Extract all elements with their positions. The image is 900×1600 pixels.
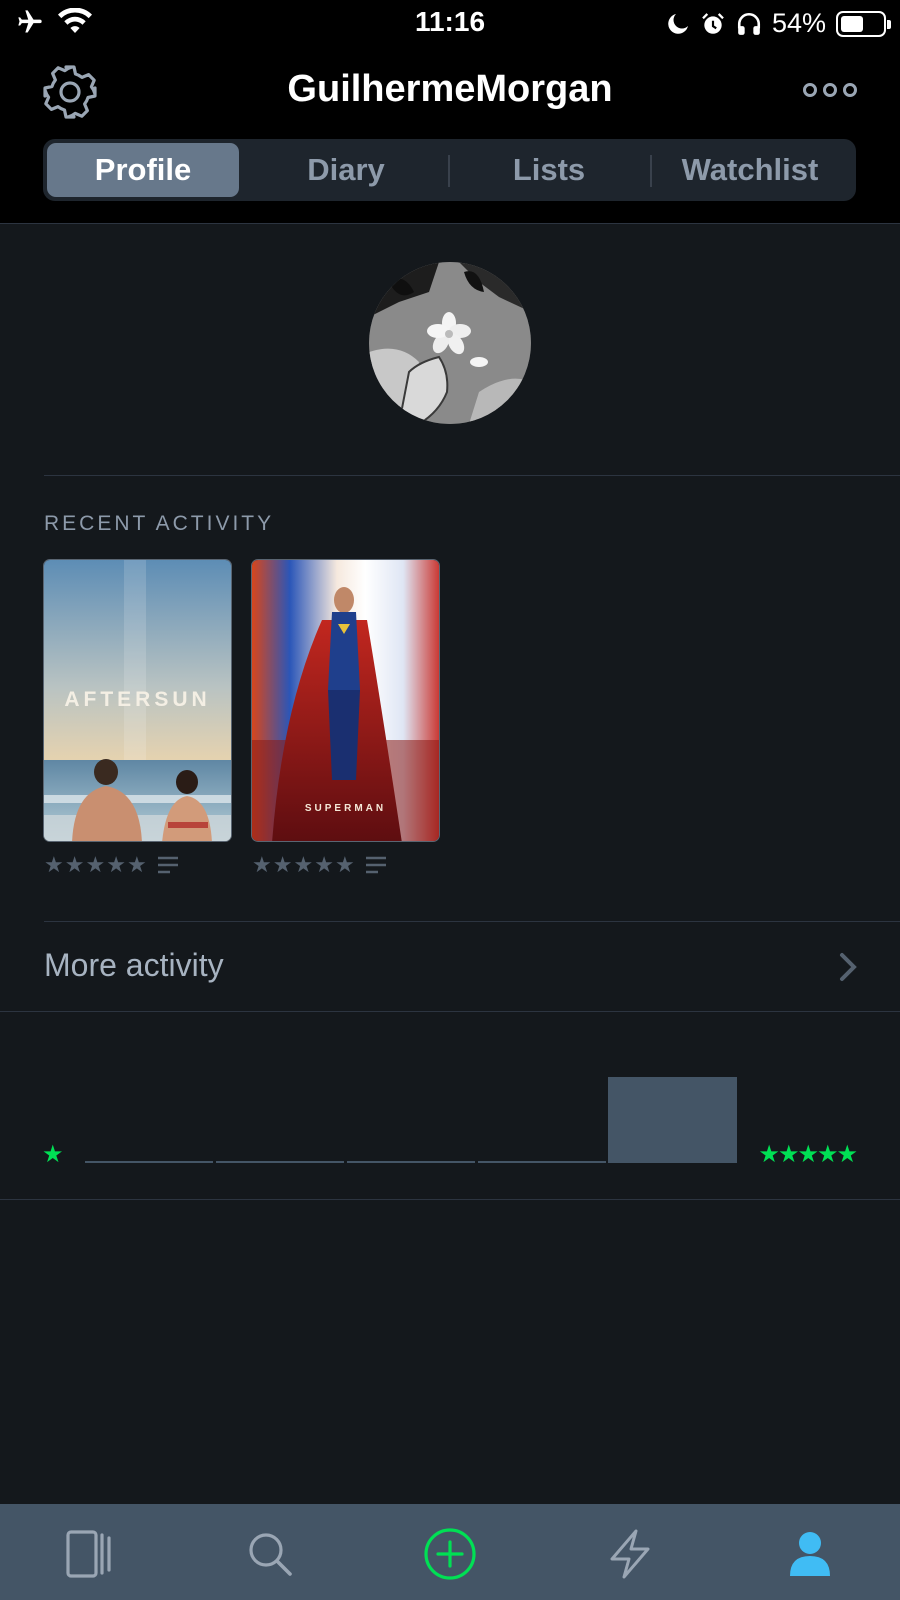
alarm-icon (702, 12, 724, 34)
divider (0, 1199, 900, 1200)
activity-icon[interactable] (602, 1526, 658, 1582)
divider (44, 475, 900, 476)
histogram-bar (85, 1161, 213, 1163)
rating-star-icon: ★ (85, 852, 106, 877)
histogram-high-label: ★★★★★ (758, 1141, 858, 1168)
histogram-bar (347, 1161, 475, 1163)
histogram-bar (216, 1161, 344, 1163)
rating-star-icon: ★ (44, 852, 64, 877)
headphones-icon (737, 12, 761, 35)
histogram-low-label: ★ (42, 1141, 64, 1168)
more-activity-row[interactable]: More activity (0, 921, 900, 1011)
moon-icon (668, 13, 688, 34)
profile-tabs: Profile Diary Lists Watchlist (43, 139, 856, 201)
tab-profile[interactable]: Profile (47, 143, 239, 197)
battery-percent: 54% (771, 8, 826, 38)
rating-star-icon: ★ (64, 852, 85, 877)
more-activity-label: More activity (44, 947, 224, 983)
more-icon[interactable] (802, 78, 858, 102)
film-poster-superman[interactable]: SUPERMAN (251, 559, 440, 842)
avatar[interactable] (369, 262, 531, 424)
review-icon (365, 856, 386, 874)
battery-fill (841, 15, 863, 32)
film-poster-aftersun[interactable]: AFTERSUN (43, 559, 232, 842)
battery-nub (887, 19, 891, 29)
histogram-bar (478, 1161, 606, 1163)
poster-title: SUPERMAN (304, 803, 387, 814)
rating-star-icon: ★ (252, 852, 272, 877)
tab-diary[interactable]: Diary (250, 143, 442, 197)
rating-star-icon: ★ (106, 852, 126, 877)
poster-title: AFTERSUN (64, 688, 211, 711)
film-rating-row: ★ ★ ★ ★ ★ (252, 853, 386, 877)
film-rating-row: ★ ★ ★ ★ ★ (44, 853, 178, 877)
status-right: 54% (666, 8, 891, 39)
profile-header: GuilhermeMorgan Profile Diary Lists Watc… (0, 48, 900, 224)
review-icon (157, 856, 178, 874)
add-icon[interactable] (422, 1526, 478, 1582)
battery-icon (836, 10, 891, 37)
section-heading-recent-activity: RECENT ACTIVITY (44, 512, 275, 535)
profile-icon[interactable] (782, 1526, 838, 1582)
rating-star-icon: ★ (314, 852, 334, 877)
rating-star-icon: ★ (126, 852, 147, 877)
ratings-histogram: ★ ★★★★★ (0, 1011, 900, 1199)
histogram-bar (608, 1077, 737, 1163)
rating-star-icon: ★ (293, 852, 314, 877)
rating-star-icon: ★ (272, 852, 293, 877)
chevron-right-icon (840, 953, 857, 981)
bottom-tab-bar (0, 1504, 900, 1600)
rating-star-icon: ★ (334, 852, 355, 877)
page-title: GuilhermeMorgan (287, 68, 613, 110)
tab-lists[interactable]: Lists (453, 143, 645, 197)
tab-watchlist[interactable]: Watchlist (654, 143, 846, 197)
tab-divider (448, 155, 450, 187)
tab-divider (650, 155, 652, 187)
status-bar: 11:16 54% (0, 0, 900, 48)
search-icon[interactable] (242, 1526, 298, 1582)
films-icon[interactable] (62, 1526, 118, 1582)
